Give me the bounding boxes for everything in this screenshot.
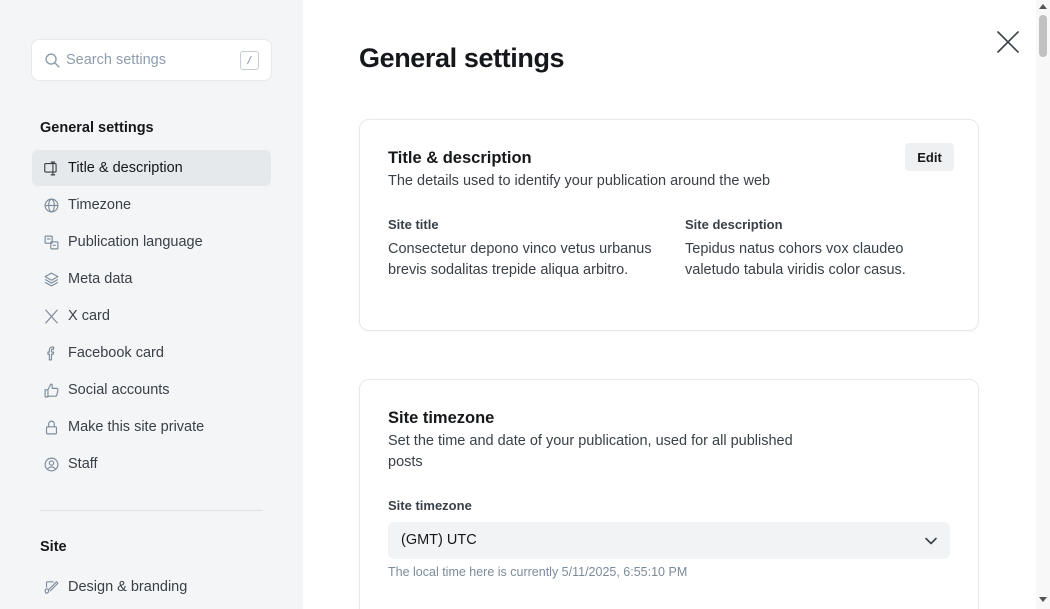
sidebar-item-publication-language[interactable]: Publication language	[32, 224, 271, 260]
sidebar-item-label: Social accounts	[68, 382, 170, 398]
card-description: Set the time and date of your publicatio…	[388, 433, 793, 470]
layers-icon	[43, 271, 60, 288]
settings-sidebar: / General settings Title & description T…	[0, 0, 303, 609]
paint-brush-icon	[43, 579, 60, 596]
sidebar-item-x-card[interactable]: X card	[32, 298, 271, 334]
site-title-value: Consectetur depono vinco vetus urbanus b…	[388, 241, 652, 278]
sidebar-item-label: Facebook card	[68, 345, 164, 361]
search-shortcut-key: /	[240, 51, 259, 70]
search-box: /	[31, 39, 272, 81]
x-logo-icon	[43, 308, 60, 325]
edit-button[interactable]: Edit	[905, 143, 954, 171]
sidebar-item-label: Publication language	[68, 234, 203, 250]
card-description: The details used to identify your public…	[388, 173, 771, 189]
scroll-up-arrow-icon[interactable]	[1039, 4, 1047, 9]
sidebar-item-label: Design & branding	[68, 579, 188, 595]
translate-icon	[43, 234, 60, 251]
sidebar-item-label: Meta data	[68, 271, 133, 287]
timezone-select[interactable]: (GMT) UTC	[388, 522, 950, 559]
facebook-icon	[43, 345, 60, 362]
site-title-label: Site title	[388, 217, 439, 232]
sidebar-item-title-description[interactable]: Title & description	[32, 150, 271, 186]
chevron-down-icon	[925, 537, 937, 545]
group-title-site: Site	[40, 539, 67, 555]
settings-main: General settings Title & description The…	[303, 0, 1036, 609]
sidebar-item-label: Timezone	[68, 197, 132, 213]
globe-icon	[43, 197, 60, 214]
sidebar-item-label: Title & description	[68, 160, 183, 176]
search-icon	[45, 53, 60, 68]
site-description-label: Site description	[685, 217, 783, 232]
card-title: Site timezone	[388, 409, 495, 427]
lock-icon	[43, 419, 60, 436]
close-icon[interactable]	[995, 29, 1021, 55]
site-timezone-card: Site timezone Set the time and date of y…	[359, 379, 979, 609]
sidebar-item-design-branding[interactable]: Design & branding	[32, 569, 271, 605]
search-input[interactable]	[66, 49, 236, 71]
site-timezone-label: Site timezone	[388, 498, 472, 513]
local-time-hint: The local time here is currently 5/11/20…	[388, 565, 688, 579]
timezone-selected-value: (GMT) UTC	[401, 532, 477, 548]
users-icon	[43, 456, 60, 473]
page-title: General settings	[359, 43, 565, 73]
sidebar-item-timezone[interactable]: Timezone	[32, 187, 271, 223]
sidebar-item-make-site-private[interactable]: Make this site private	[32, 409, 271, 445]
sidebar-item-meta-data[interactable]: Meta data	[32, 261, 271, 297]
scrollbar-thumb[interactable]	[1039, 15, 1047, 57]
title-description-card: Title & description The details used to …	[359, 119, 979, 331]
card-title: Title & description	[388, 149, 532, 167]
sidebar-item-label: X card	[68, 308, 110, 324]
page-scrollbar[interactable]	[1036, 0, 1050, 609]
sidebar-item-staff[interactable]: Staff	[32, 446, 271, 482]
sidebar-item-facebook-card[interactable]: Facebook card	[32, 335, 271, 371]
sidebar-item-social-accounts[interactable]: Social accounts	[32, 372, 271, 408]
group-title-general-settings: General settings	[40, 120, 154, 136]
site-description-value: Tepidus natus cohors vox claudeo valetud…	[685, 241, 906, 278]
sidebar-item-label: Staff	[68, 456, 98, 472]
sidebar-divider	[40, 510, 263, 511]
sidebar-item-label: Make this site private	[68, 419, 205, 435]
thumbs-up-icon	[43, 382, 60, 399]
title-description-icon	[43, 160, 60, 177]
scroll-down-arrow-icon[interactable]	[1039, 597, 1047, 602]
